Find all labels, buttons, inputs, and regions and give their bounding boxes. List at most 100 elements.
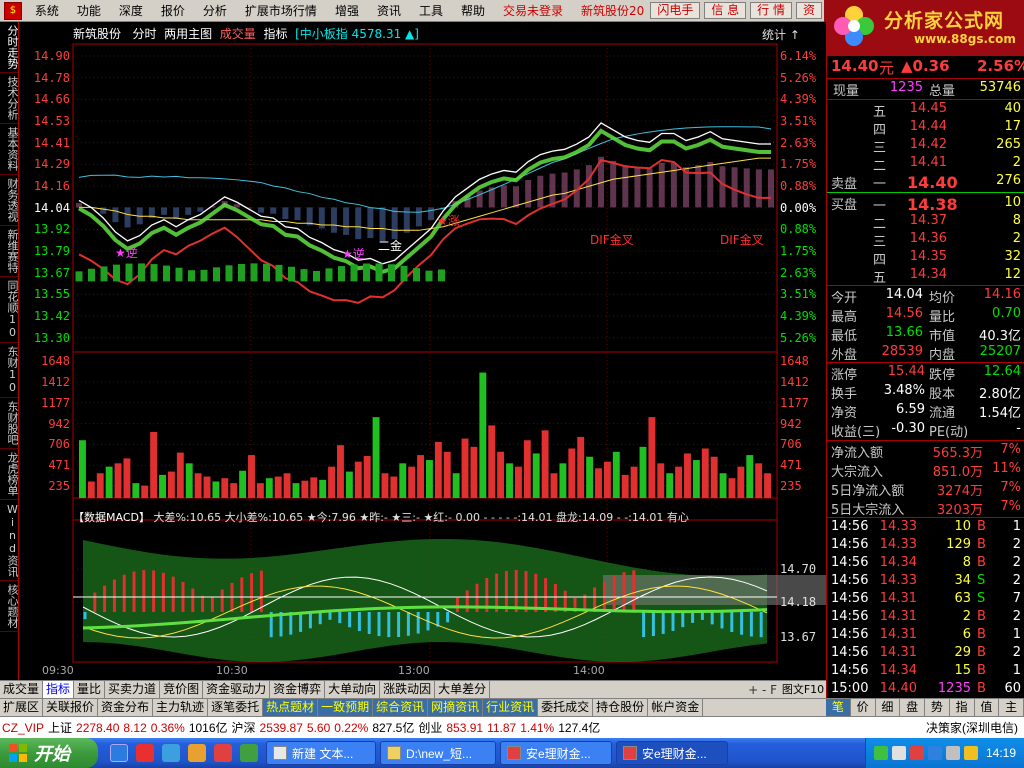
bid-price: 14.38	[907, 195, 958, 214]
nav-tab-ths10[interactable]: 同花顺10	[0, 277, 19, 343]
rp-tab-book[interactable]: 盘	[900, 699, 925, 716]
market-button[interactable]: 行 情	[750, 2, 792, 19]
chart-mode-indicator[interactable]: 指标	[263, 27, 287, 41]
rp-tab-price[interactable]: 价	[851, 699, 876, 716]
tab-indicator[interactable]: 指标	[43, 681, 75, 698]
menu-tools[interactable]: 工具	[410, 2, 452, 19]
nav-tab-technical[interactable]: 技术分析	[0, 73, 19, 124]
ticker-item: 11.87	[487, 720, 517, 735]
volume-bar	[265, 478, 273, 498]
task-notepad[interactable]: 新建 文本...	[266, 741, 376, 765]
index-quote[interactable]: [中小板指 4578.31 ▲]	[295, 27, 419, 41]
rp-tab-trades[interactable]: 笔	[826, 699, 851, 716]
tab-account-funds[interactable]: 帐户资金	[648, 699, 704, 716]
task-app-1[interactable]: 安e理财金...	[500, 741, 612, 765]
nav-tab-finance[interactable]: 财务透视	[0, 175, 19, 226]
rp-tab-detail[interactable]: 细	[876, 699, 901, 716]
task-app-2[interactable]: 安e理财金...	[616, 741, 728, 765]
rp-tab-main[interactable]: 主	[999, 699, 1024, 716]
stock-tab[interactable]: 新筑股份	[572, 2, 629, 19]
tab-main-track[interactable]: 主力轨迹	[153, 699, 209, 716]
tab-related-quote[interactable]: 关联报价	[43, 699, 99, 716]
nav-tab-wind[interactable]: Wind资讯	[0, 500, 19, 581]
trade-status[interactable]: 交易未登录	[494, 2, 572, 19]
tab-volume-ratio[interactable]: 量比	[74, 681, 106, 698]
menu-enhance[interactable]: 增强	[326, 2, 368, 19]
stat-label: 最高	[831, 310, 858, 325]
f10-button[interactable]: 图文F10	[780, 680, 826, 698]
index-ticker: CZ_VIP 上证 2278.40 8.12 0.36% 1016亿 沪深 2539.87 5.…	[0, 716, 1024, 738]
capital-button[interactable]: 资	[795, 2, 822, 19]
nav-tab-xinwei[interactable]: 新维赛特	[0, 226, 19, 277]
tab-change-cause[interactable]: 涨跌动因	[380, 681, 436, 698]
info-button[interactable]: 信 息	[704, 2, 747, 19]
ie-icon[interactable]	[110, 744, 128, 762]
nav-tab-dc10[interactable]: 东财10	[0, 343, 19, 398]
chart-canvas[interactable]: ★逆 ★逆二金★涨DIF金叉 DIF金叉	[20, 22, 826, 680]
tray-app-icon[interactable]	[909, 746, 924, 760]
tab-volume[interactable]: 成交量	[0, 681, 44, 698]
tab-nav-controls[interactable]: + - F	[745, 683, 780, 697]
nav-tab-dragon-tiger[interactable]: 龙虎榜单	[0, 449, 19, 500]
chart-mode-volume[interactable]: 成交量	[220, 27, 256, 41]
tab-holdings[interactable]: 持仓股份	[593, 699, 649, 716]
nav-tab-basic-info[interactable]: 基本资料	[0, 124, 19, 175]
rp-tab-value[interactable]: 值	[975, 699, 1000, 716]
stats-button[interactable]: 统计 ↑	[762, 26, 800, 43]
tab-consensus[interactable]: 一致预期	[318, 699, 374, 716]
menu-depth[interactable]: 深度	[110, 2, 152, 19]
menu-quote[interactable]: 报价	[152, 2, 194, 19]
stat-value: 28539	[881, 344, 923, 359]
quicklaunch-app-icon[interactable]	[136, 744, 154, 762]
start-button[interactable]: 开始	[0, 738, 98, 768]
quicklaunch-app-icon[interactable]	[188, 744, 206, 762]
security-icon[interactable]	[963, 746, 978, 760]
tab-buy-sell-force[interactable]: 买卖力道	[105, 681, 161, 698]
nav-tab-intraday[interactable]: 分时走势	[0, 22, 19, 73]
tab-big-order[interactable]: 大单动向	[325, 681, 381, 698]
menu-analysis[interactable]: 分析	[194, 2, 236, 19]
rp-tab-trend[interactable]: 势	[925, 699, 950, 716]
menu-news[interactable]: 资讯	[368, 2, 410, 19]
tab-industry-news[interactable]: 行业资讯	[483, 699, 539, 716]
price-tick-label: 14.78	[33, 70, 70, 85]
tab-orders-fills[interactable]: 委托成交	[538, 699, 594, 716]
intraday-chart[interactable]: ★逆 ★逆 二金 ★涨 DIF金叉 DIF金叉 新筑股份 分时 两用主图 成交量 指标 […	[20, 22, 826, 680]
volume-bar	[434, 441, 442, 498]
folder-icon	[387, 746, 401, 760]
task-folder[interactable]: D:\new_短...	[380, 741, 496, 765]
brand-url[interactable]: www.88gs.com	[914, 32, 1016, 46]
menu-function[interactable]: 功能	[68, 2, 110, 19]
tab-hot-topics[interactable]: 热点题材	[263, 699, 319, 716]
tab-extension[interactable]: 扩展区	[0, 699, 44, 716]
volume-bar	[328, 466, 336, 498]
nav-tab-core-topics[interactable]: 核心题材	[0, 581, 19, 632]
menu-system[interactable]: 系统	[26, 2, 68, 19]
tray-app-icon[interactable]	[891, 746, 906, 760]
chart-mode-intraday[interactable]: 分时	[132, 27, 156, 41]
tab-fund-game[interactable]: 资金博弈	[270, 681, 326, 698]
volume-icon[interactable]	[945, 746, 960, 760]
volume-bar	[319, 479, 327, 498]
start-label: 开始	[34, 744, 70, 764]
network-icon[interactable]	[927, 746, 942, 760]
menu-help[interactable]: 帮助	[452, 2, 494, 19]
chart-mode-dual[interactable]: 两用主图	[164, 27, 212, 41]
menu-extended-market[interactable]: 扩展市场行情	[236, 2, 326, 19]
tab-web-news[interactable]: 网摘资讯	[428, 699, 484, 716]
quicklaunch-app-icon[interactable]	[214, 744, 232, 762]
nav-tab-dc-forum[interactable]: 东财股吧	[0, 398, 19, 449]
tab-fund-distribution[interactable]: 资金分布	[98, 699, 154, 716]
tab-order-by-order[interactable]: 逐笔委托	[208, 699, 264, 716]
tab-general-news[interactable]: 综合资讯	[373, 699, 429, 716]
flash-trade-button[interactable]: 闪电手	[650, 2, 701, 19]
desktop-icon[interactable]	[162, 744, 180, 762]
bid-row: 五 14.34 12	[827, 267, 1024, 286]
tab-auction[interactable]: 竞价图	[160, 681, 204, 698]
rp-tab-index[interactable]: 指	[950, 699, 975, 716]
bid-row: 一 14.38 10	[827, 195, 1024, 214]
tray-app-icon[interactable]	[873, 746, 888, 760]
quicklaunch-app-icon[interactable]	[240, 744, 258, 762]
tab-fund-drive[interactable]: 资金驱动力	[203, 681, 271, 698]
tab-big-order-diff[interactable]: 大单差分	[435, 681, 491, 698]
